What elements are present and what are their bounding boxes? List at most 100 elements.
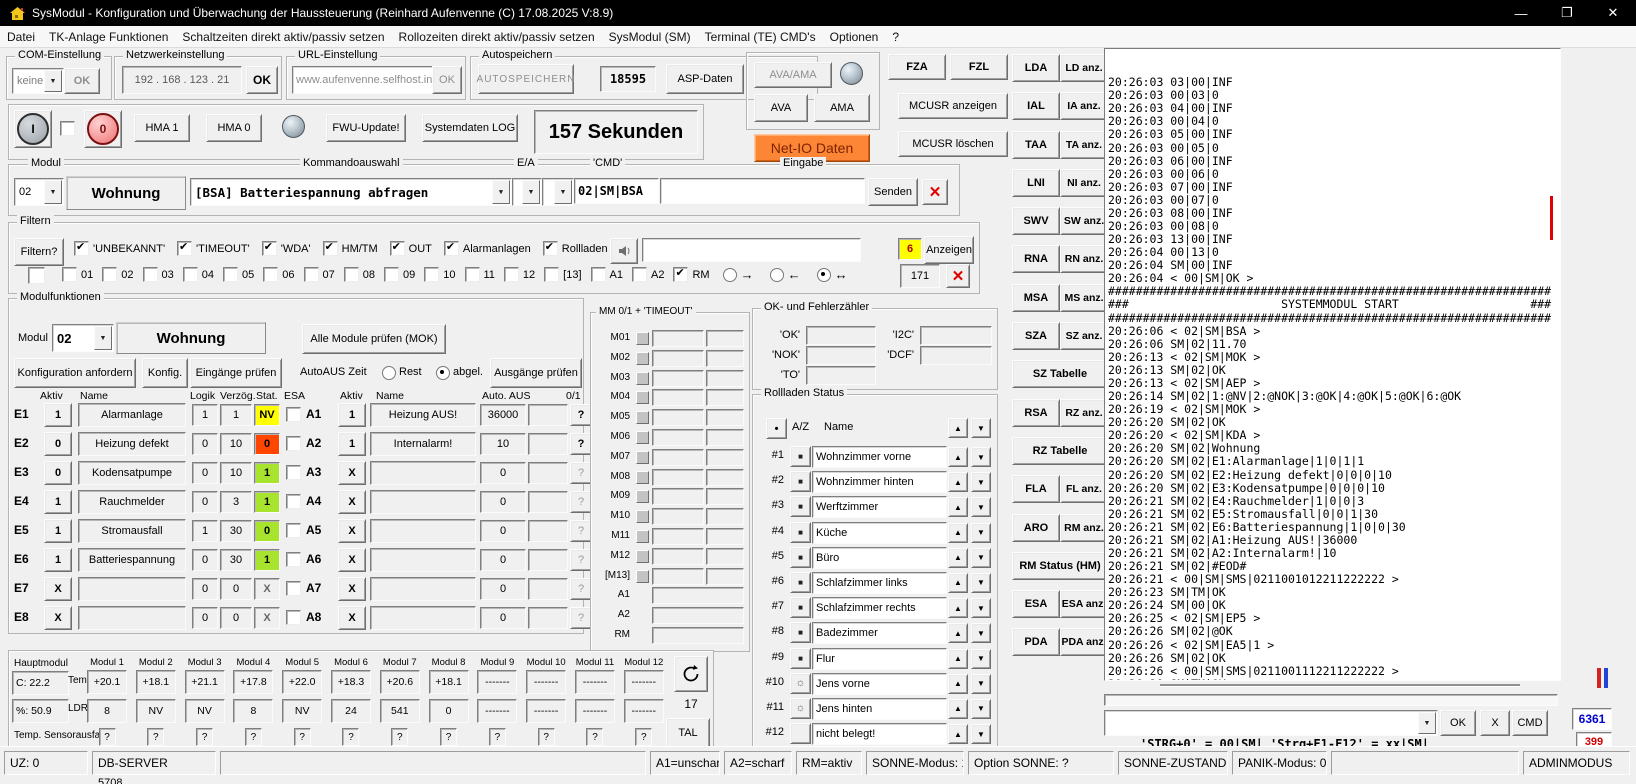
checkbox[interactable]: [384, 267, 399, 282]
filter-module-item[interactable]: 02: [102, 267, 133, 282]
rollladen-up-button[interactable]: ▲: [948, 548, 968, 568]
terminal-ok-button[interactable]: OK: [1440, 710, 1476, 736]
esa-checkbox[interactable]: [286, 610, 301, 625]
e-aktiv-button[interactable]: X: [44, 606, 72, 630]
rollladen-down-button[interactable]: ▼: [971, 724, 991, 744]
command-button[interactable]: ARO: [1012, 514, 1060, 542]
ama-button[interactable]: AMA: [814, 94, 870, 122]
command-button[interactable]: ESA: [1012, 590, 1060, 618]
a-autoaus-field[interactable]: 36000: [480, 404, 526, 426]
radio[interactable]: [770, 268, 784, 282]
command-anzeigen-button[interactable]: PDA anz.: [1060, 628, 1108, 656]
checkbox[interactable]: [591, 267, 606, 282]
filter-module-item[interactable]: 09: [384, 267, 415, 282]
mok-button[interactable]: Alle Module prüfen (MOK): [302, 324, 446, 354]
a-toggle-button[interactable]: ?: [570, 404, 592, 426]
ausgaenge-pruefen-button[interactable]: Ausgänge prüfen: [490, 358, 582, 388]
a-aktiv-button[interactable]: X: [338, 461, 366, 485]
command-anzeigen-button[interactable]: RN anz.: [1060, 245, 1108, 273]
checkbox[interactable]: [424, 267, 439, 282]
mf-modul-select[interactable]: 02: [52, 324, 114, 352]
radio[interactable]: [723, 268, 737, 282]
a-toggle-button[interactable]: ?: [570, 491, 592, 513]
checkbox[interactable]: [223, 267, 238, 282]
a-toggle-button[interactable]: ?: [570, 578, 592, 600]
rollladen-az-button[interactable]: ■: [790, 471, 811, 492]
rollladen-up-button[interactable]: ▲: [948, 674, 968, 694]
esa-checkbox[interactable]: [286, 581, 301, 596]
asp-daten-button[interactable]: ASP-Daten: [666, 64, 744, 94]
com-port-select[interactable]: keine: [12, 68, 64, 94]
ea-select-2[interactable]: [542, 178, 574, 206]
rollladen-name-field[interactable]: Wohnzimmer hinten: [812, 471, 947, 493]
refresh-button[interactable]: [674, 656, 708, 692]
filter-module-item[interactable]: [13]: [544, 267, 581, 282]
a-aktiv-button[interactable]: 1: [338, 403, 366, 427]
e-name-field[interactable]: Alarmanlage: [78, 403, 186, 427]
a-autoaus-field[interactable]: 0: [480, 491, 526, 513]
checkbox[interactable]: [344, 267, 359, 282]
command-button[interactable]: MSA: [1012, 284, 1060, 312]
mcusr-anzeigen-button[interactable]: MCUSR anzeigen: [898, 93, 1008, 119]
rollladen-up-button[interactable]: ▲: [948, 649, 968, 669]
e-aktiv-button[interactable]: 1: [44, 548, 72, 572]
rollladen-up-button[interactable]: ▲: [948, 598, 968, 618]
rollladen-az-button[interactable]: ■: [790, 597, 811, 618]
a-autoaus-field[interactable]: 0: [480, 520, 526, 542]
filter-clear-button[interactable]: ✕: [946, 264, 970, 288]
rollladen-down-button[interactable]: ▼: [971, 649, 991, 669]
a-name-field[interactable]: [370, 490, 476, 514]
checkbox[interactable]: [544, 267, 559, 282]
filter-module-item[interactable]: A2: [632, 267, 664, 282]
filter-checkbox-item[interactable]: 'WDA': [262, 241, 311, 256]
rollladen-az-button[interactable]: ■: [790, 572, 811, 593]
checkbox[interactable]: [183, 267, 198, 282]
filter-checkbox-item[interactable]: Alarmanlagen: [444, 241, 531, 256]
chevron-down-icon[interactable]: [44, 180, 62, 204]
radio[interactable]: [817, 268, 831, 282]
checkbox[interactable]: [444, 241, 459, 256]
e-verzoeg-field[interactable]: 10: [220, 433, 252, 455]
command-anzeigen-button[interactable]: TA anz.: [1060, 131, 1108, 159]
command-anzeigen-button[interactable]: SZ anz.: [1060, 322, 1108, 350]
rollladen-az-button[interactable]: [790, 723, 811, 744]
filter-module-item[interactable]: 11: [465, 267, 495, 282]
konfiguration-anfordern-button[interactable]: Konfiguration anfordern: [14, 358, 136, 388]
chevron-down-icon[interactable]: [94, 326, 112, 350]
a-name-field[interactable]: Heizung AUS!: [370, 403, 476, 427]
rollladen-up-button[interactable]: ▲: [948, 573, 968, 593]
e-name-field[interactable]: [78, 577, 186, 601]
systemdaten-log-button[interactable]: Systemdaten LOG: [422, 114, 518, 142]
checkbox[interactable]: [74, 241, 89, 256]
rollladen-all-down-button[interactable]: ▼: [971, 418, 991, 438]
checkbox[interactable]: [673, 267, 688, 282]
checkbox[interactable]: [102, 267, 117, 282]
rollladen-down-button[interactable]: ▼: [971, 573, 991, 593]
e-aktiv-button[interactable]: X: [44, 577, 72, 601]
rollladen-dot-button[interactable]: •: [766, 418, 787, 439]
rollladen-name-field[interactable]: Büro: [812, 547, 947, 569]
url-field[interactable]: www.aufenvenne.selfhost.in: [292, 66, 433, 94]
rollladen-down-button[interactable]: ▼: [971, 472, 991, 492]
terminal-input[interactable]: [1104, 710, 1438, 736]
hma1-button[interactable]: HMA 1: [134, 114, 190, 142]
module-sensor-status[interactable]: ?: [635, 728, 652, 746]
e-logik-field[interactable]: 1: [192, 404, 218, 426]
command-button[interactable]: SWV: [1012, 207, 1060, 235]
command-button[interactable]: RSA: [1012, 399, 1060, 427]
a-aktiv-button[interactable]: 1: [338, 432, 366, 456]
maximize-button[interactable]: ❐: [1544, 0, 1590, 26]
filter-module-item[interactable]: A1: [591, 267, 623, 282]
rollladen-down-button[interactable]: ▼: [971, 699, 991, 719]
rollladen-name-field[interactable]: Küche: [812, 522, 947, 544]
a-toggle-button[interactable]: ?: [570, 549, 592, 571]
chevron-down-icon[interactable]: [554, 180, 572, 204]
direction-radio-item[interactable]: →: [723, 267, 754, 282]
checkbox[interactable]: [543, 241, 558, 256]
rollladen-up-button[interactable]: ▲: [948, 447, 968, 467]
menu-item[interactable]: ?: [885, 30, 906, 44]
speaker-button[interactable]: [610, 238, 638, 264]
esa-checkbox[interactable]: [286, 436, 301, 451]
checkbox[interactable]: [304, 267, 319, 282]
filter-module-item[interactable]: 06: [263, 267, 294, 282]
